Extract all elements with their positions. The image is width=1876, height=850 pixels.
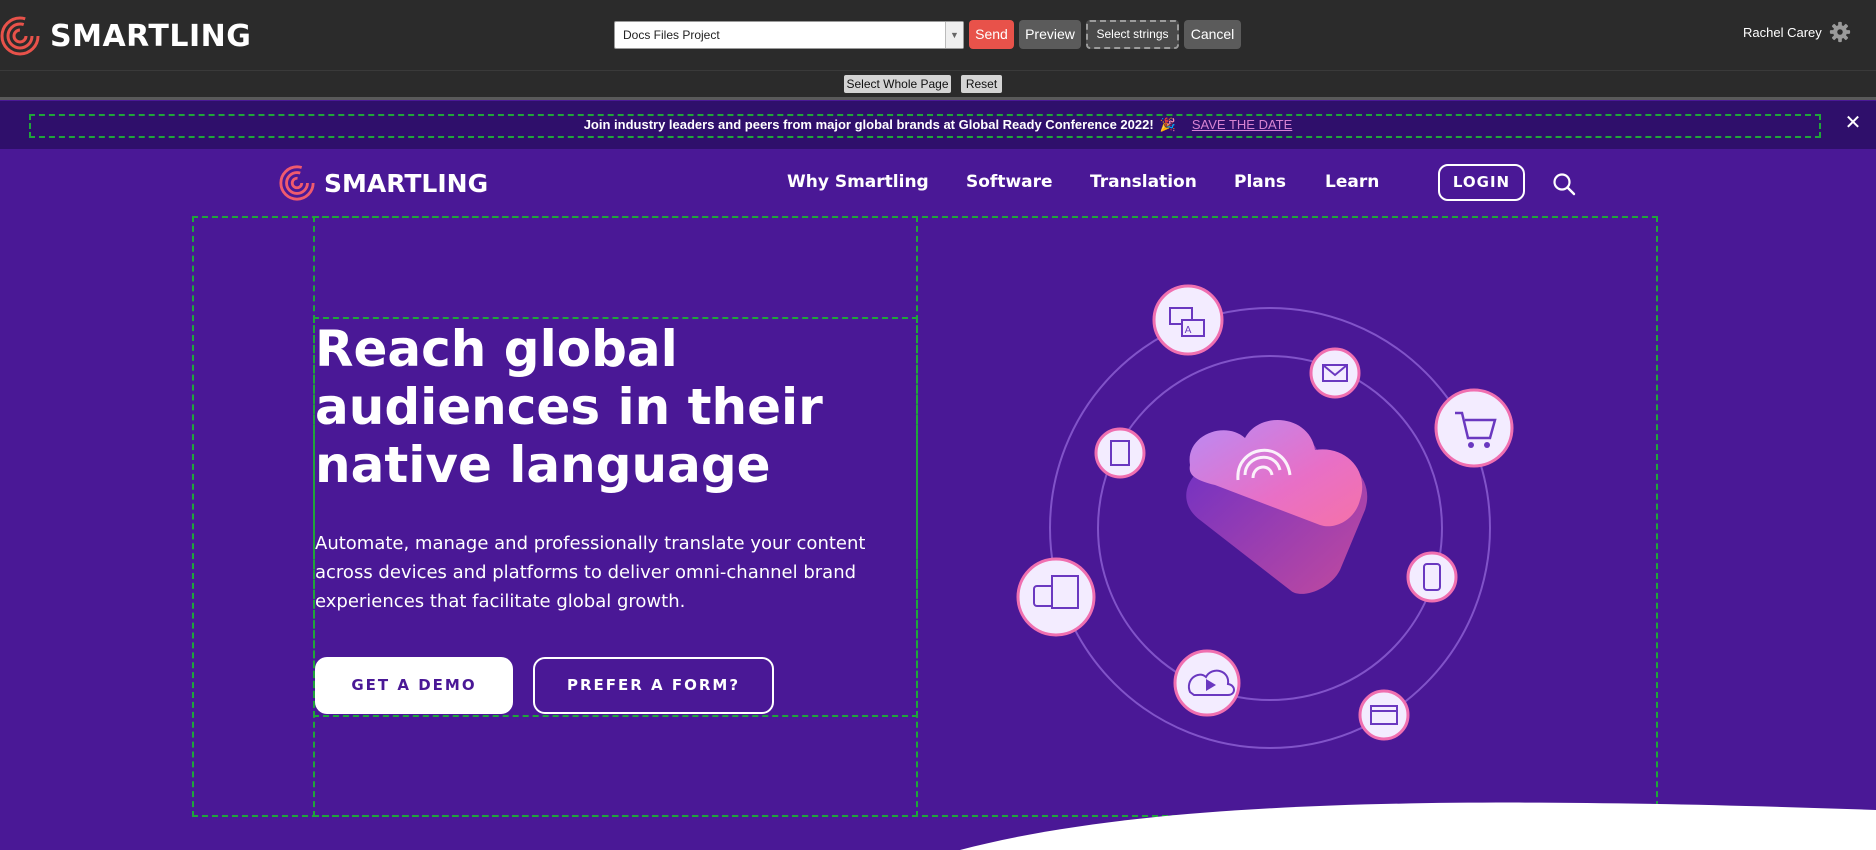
hero-illustration: A <box>1016 284 1514 749</box>
user-name[interactable]: Rachel Carey <box>1743 25 1822 40</box>
cloud-fingerprint-icon <box>1186 419 1368 594</box>
smartling-toolbar: SMARTLING Docs Files Project ▼ Send Prev… <box>0 0 1876 70</box>
cancel-button[interactable]: Cancel <box>1184 20 1241 49</box>
selection-bar: Select Whole Page Reset <box>0 70 1876 100</box>
preview-button[interactable]: Preview <box>1019 20 1081 49</box>
toolbar-logo: SMARTLING <box>0 15 251 57</box>
login-button[interactable]: LOGIN <box>1438 164 1525 201</box>
site-logo[interactable]: SMARTLING <box>278 163 488 203</box>
chat-message-icon <box>1016 557 1096 637</box>
section-divider-wave <box>960 802 1876 850</box>
close-icon[interactable]: ✕ <box>1844 113 1862 133</box>
banner-message: Join industry leaders and peers from maj… <box>583 117 1154 132</box>
search-icon[interactable] <box>1552 172 1576 196</box>
save-the-date-link[interactable]: SAVE THE DATE <box>1192 117 1292 132</box>
nav-why-smartling[interactable]: Why Smartling <box>787 172 929 192</box>
project-select-value: Docs Files Project <box>623 28 720 42</box>
fingerprint-logo-icon <box>279 165 315 201</box>
document-icon <box>1094 427 1146 479</box>
nav-plans[interactable]: Plans <box>1234 172 1286 192</box>
select-strings-button[interactable]: Select strings <box>1086 20 1179 49</box>
cloud-video-icon <box>1173 649 1241 717</box>
nav-translation[interactable]: Translation <box>1090 172 1197 192</box>
translation-window-icon: A <box>1152 284 1224 356</box>
chevron-down-icon[interactable]: ▼ <box>945 22 963 48</box>
prefer-a-form-button[interactable]: PREFER A FORM? <box>533 657 774 714</box>
email-icon <box>1309 347 1361 399</box>
project-select[interactable]: Docs Files Project ▼ <box>614 21 964 49</box>
announcement-banner: Join industry leaders and peers from maj… <box>0 101 1876 149</box>
party-emoji: 🎉 <box>1159 117 1176 132</box>
gear-icon[interactable] <box>1829 21 1851 43</box>
hero-title: Reach global audiences in their native l… <box>315 320 823 494</box>
nav-software[interactable]: Software <box>966 172 1053 192</box>
hero-subtitle: Automate, manage and professionally tran… <box>315 533 866 612</box>
web-browser-icon <box>1358 689 1410 741</box>
mobile-app-icon <box>1406 551 1458 603</box>
nav-learn[interactable]: Learn <box>1325 172 1379 192</box>
banner-text: Join industry leaders and peers from maj… <box>0 117 1876 133</box>
site-logo-text: SMARTLING <box>324 168 489 198</box>
select-whole-page-button[interactable]: Select Whole Page <box>844 75 951 93</box>
get-a-demo-button[interactable]: GET A DEMO <box>315 657 513 714</box>
toolbar-logo-text: SMARTLING <box>50 18 252 54</box>
svg-text:A: A <box>1185 325 1192 336</box>
reset-button[interactable]: Reset <box>961 75 1002 93</box>
send-button[interactable]: Send <box>969 20 1014 49</box>
shopping-cart-icon <box>1434 388 1514 468</box>
fingerprint-logo-icon <box>0 16 40 56</box>
